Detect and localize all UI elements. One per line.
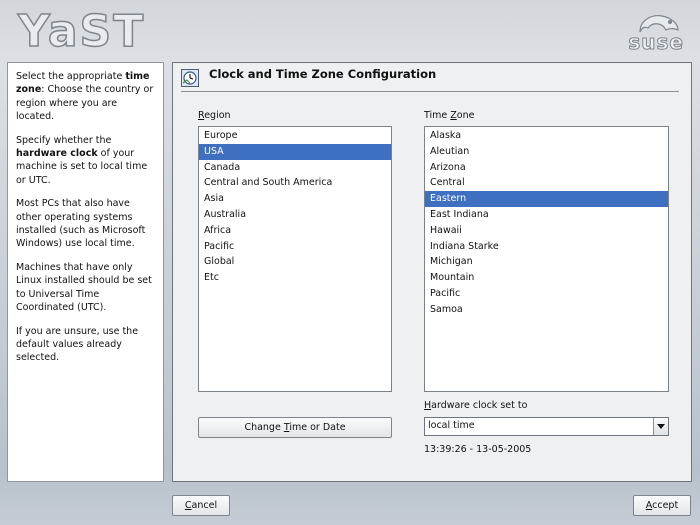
hardware-clock-value: local time (428, 420, 475, 431)
timezone-list-item[interactable]: Arizona (425, 160, 668, 176)
region-list-item[interactable]: Etc (199, 270, 391, 286)
timezone-listbox[interactable]: Alaska Aleutian Arizona Central Eastern East … (424, 126, 669, 392)
cancel-button[interactable]: Cancel (172, 495, 230, 516)
region-list-item[interactable]: USA (199, 143, 391, 160)
yast-window: YaST suse Select the appropriate time zo… (0, 0, 700, 525)
accept-button[interactable]: Accept (633, 495, 691, 516)
timezone-list-item[interactable]: Aleutian (425, 144, 668, 160)
region-list-item[interactable]: Australia (199, 207, 391, 223)
region-list-item[interactable]: Africa (199, 223, 391, 239)
change-time-date-button[interactable]: Change Time or Date (198, 417, 392, 438)
timezone-list-item[interactable]: East Indiana (425, 207, 668, 223)
current-datetime: 13:39:26 - 13-05-2005 (424, 444, 532, 455)
timezone-list-item[interactable]: Mountain (425, 270, 668, 286)
help-paragraph: Machines that have only Linux installed … (16, 262, 152, 313)
suse-logo: suse (628, 30, 684, 55)
dialog-title: Clock and Time Zone Configuration (209, 67, 437, 81)
header-bar: YaST suse (0, 0, 700, 62)
timezone-label: Time Zone (424, 110, 475, 121)
clock-globe-icon (181, 69, 199, 87)
region-list-item[interactable]: Global (199, 254, 391, 270)
hardware-clock-combobox[interactable]: local time (424, 417, 669, 436)
timezone-list-item[interactable]: Indiana Starke (425, 239, 668, 255)
help-paragraph: If you are unsure, use the default value… (16, 325, 139, 364)
region-list-item[interactable]: Europe (199, 128, 391, 144)
help-panel: Select the appropriate time zone: Choose… (7, 62, 164, 482)
help-paragraph: Most PCs that also have other operating … (16, 198, 146, 250)
title-divider (181, 91, 679, 92)
region-listbox[interactable]: Europe USA Canada Central and South America… (198, 126, 392, 392)
region-list-item[interactable]: Canada (199, 160, 391, 176)
timezone-list-item[interactable]: Central (425, 175, 668, 191)
region-list-item[interactable]: Pacific (199, 239, 391, 255)
region-list-item[interactable]: Central and South America (199, 175, 391, 191)
timezone-list-item[interactable]: Hawaii (425, 223, 668, 239)
region-list-item[interactable]: Asia (199, 191, 391, 207)
region-label: Region (198, 110, 231, 121)
timezone-list-item[interactable]: Samoa (425, 302, 668, 318)
timezone-list-item[interactable]: Michigan (425, 254, 668, 270)
clock-dialog: Clock and Time Zone Configuration Region… (172, 62, 692, 482)
timezone-list-item[interactable]: Alaska (425, 128, 668, 144)
help-paragraph: Select the appropriate time zone: Choose… (16, 71, 154, 122)
hardware-clock-label: Hardware clock set to (424, 400, 528, 411)
timezone-list-item[interactable]: Eastern (425, 191, 668, 207)
timezone-list-item[interactable]: Pacific (425, 286, 668, 302)
chevron-down-icon (657, 424, 665, 429)
help-paragraph: Specify whether the hardware clock of yo… (16, 134, 148, 186)
yast-logo: YaST (17, 5, 146, 58)
combobox-dropdown-button[interactable] (653, 418, 668, 435)
